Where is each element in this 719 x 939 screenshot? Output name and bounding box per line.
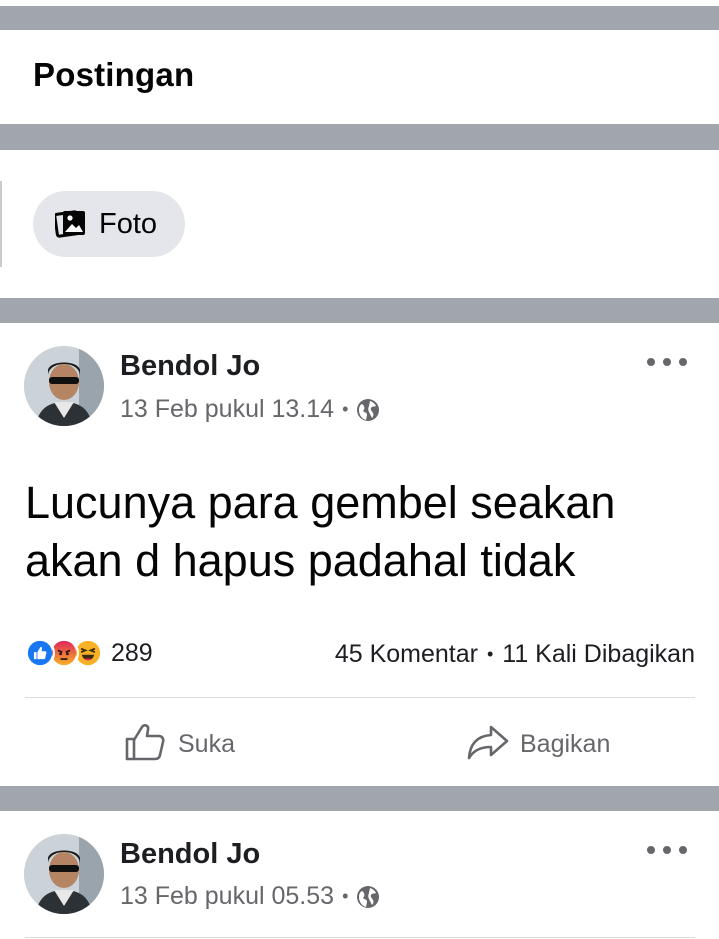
dot-icon <box>663 358 671 366</box>
post-timestamp[interactable]: 13 Feb pukul 05.53 <box>120 882 334 911</box>
post-author[interactable]: Bendol Jo <box>120 838 260 871</box>
share-icon <box>466 720 510 769</box>
page-title: Postingan <box>33 56 195 93</box>
post-text: Lucunya para gembel seakan akan d hapus … <box>25 477 616 586</box>
reaction-count: 289 <box>111 638 153 667</box>
post-meta: 13 Feb pukul 13.14 • <box>120 395 380 424</box>
post-author[interactable]: Bendol Jo <box>120 350 260 383</box>
dot-icon <box>679 846 687 854</box>
section-divider <box>0 6 719 30</box>
post-meta: 13 Feb pukul 05.53 • <box>120 882 380 911</box>
foto-filter-label: Foto <box>99 207 158 240</box>
photo-icon <box>53 209 87 239</box>
post-divider <box>25 937 695 938</box>
dot-icon <box>647 846 655 854</box>
dot-icon <box>679 358 687 366</box>
like-label: Suka <box>178 729 235 758</box>
post-timestamp[interactable]: 13 Feb pukul 13.14 <box>120 395 334 424</box>
like-reaction-icon <box>25 638 55 668</box>
thumbs-up-icon <box>124 720 168 769</box>
reaction-summary[interactable]: 289 <box>25 638 153 668</box>
comment-count-link[interactable]: 45 Komentar <box>335 640 478 669</box>
post-stats: 45 Komentar • 11 Kali Dibagikan <box>335 640 695 669</box>
meta-separator: • <box>342 886 349 906</box>
actions-divider <box>25 697 695 698</box>
share-label: Bagikan <box>520 729 611 758</box>
left-edge-line <box>0 181 2 267</box>
section-divider <box>0 298 719 323</box>
meta-separator: • <box>342 399 349 419</box>
globe-icon <box>356 398 380 422</box>
share-count-link[interactable]: 11 Kali Dibagikan <box>502 640 695 669</box>
section-divider <box>0 786 719 811</box>
avatar[interactable] <box>24 346 104 426</box>
dot-icon <box>647 358 655 366</box>
dot-icon <box>663 846 671 854</box>
section-divider <box>0 124 719 150</box>
avatar[interactable] <box>24 834 104 914</box>
more-options-button[interactable] <box>647 840 687 860</box>
share-button[interactable]: Bagikan <box>466 718 610 770</box>
stats-separator: • <box>486 644 494 664</box>
globe-icon <box>356 885 380 909</box>
more-options-button[interactable] <box>647 352 687 372</box>
foto-filter-button[interactable]: Foto <box>33 191 185 257</box>
like-button[interactable]: Suka <box>124 718 235 770</box>
